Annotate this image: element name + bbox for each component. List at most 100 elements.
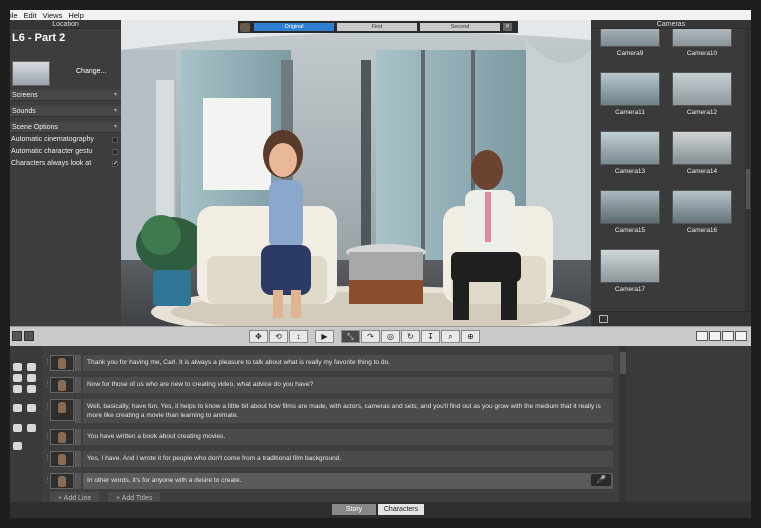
- camera-label: Camera9: [616, 50, 644, 57]
- camera-11[interactable]: Camera11: [599, 72, 661, 116]
- camera-13[interactable]: Camera13: [599, 131, 661, 175]
- camera-12[interactable]: Camera12: [671, 72, 733, 116]
- vertical-move-icon[interactable]: ↕: [289, 330, 308, 343]
- character-dropdown[interactable]: [75, 355, 81, 371]
- video-icon[interactable]: [709, 331, 721, 341]
- menu-edit[interactable]: Edit: [24, 11, 37, 20]
- pause-icon[interactable]: [13, 442, 22, 450]
- line-text[interactable]: Yes, I have. And I wrote it for people w…: [83, 451, 613, 467]
- target-icon[interactable]: [13, 363, 22, 371]
- scrollbar-thumb[interactable]: [620, 352, 626, 374]
- scene-options-section[interactable]: Scene Options ▾: [10, 122, 121, 133]
- character-dropdown[interactable]: [75, 451, 81, 467]
- line-text[interactable]: Now for those of us who are new to creat…: [83, 377, 613, 393]
- camera-10[interactable]: Camera10: [671, 29, 733, 57]
- story-scrollbar[interactable]: [619, 346, 627, 502]
- line-text-input[interactable]: In other words, it's for anyone with a d…: [83, 473, 613, 489]
- scene-viewport[interactable]: [121, 20, 591, 326]
- window-frame: ile Edit Views Help Location L6 - Part 2…: [0, 0, 761, 528]
- drag-handle-icon[interactable]: ⋮: [44, 454, 51, 464]
- checkbox-checked[interactable]: ✓: [112, 161, 118, 167]
- menu-file[interactable]: ile: [10, 11, 18, 20]
- face-icon[interactable]: [13, 374, 22, 382]
- avatar[interactable]: [50, 451, 74, 467]
- line-text[interactable]: Thank you for having me, Carl. It is alw…: [83, 355, 613, 371]
- sounds-section[interactable]: Sounds ▾: [10, 106, 121, 117]
- camera-17[interactable]: Camera17: [599, 249, 661, 293]
- drag-handle-icon[interactable]: ⋮: [44, 380, 51, 390]
- cameras-scrollbar[interactable]: [745, 29, 751, 311]
- bottom-tabs: Story Characters: [10, 502, 751, 518]
- camera-16[interactable]: Camera16: [671, 190, 733, 234]
- character-dropdown[interactable]: [75, 473, 81, 489]
- story-line[interactable]: ⋮ You have written a book about creating…: [44, 428, 619, 446]
- zoom-fit-icon[interactable]: ⊕: [461, 330, 480, 343]
- avatar[interactable]: [50, 377, 74, 393]
- music-note-icon[interactable]: [13, 424, 22, 432]
- run-icon[interactable]: [27, 385, 36, 393]
- first-button[interactable]: First: [337, 23, 417, 31]
- camera-pan-icon[interactable]: ⤡: [341, 330, 360, 343]
- screen-icon[interactable]: [599, 315, 608, 323]
- rotate-tool-icon[interactable]: ⟲: [269, 330, 288, 343]
- option-auto-cinematography[interactable]: Automatic cinematography: [10, 134, 121, 146]
- camera-14[interactable]: Camera14: [671, 131, 733, 175]
- drag-handle-icon[interactable]: ⋮: [44, 476, 51, 486]
- location-panel: Location L6 - Part 2 Change... Screens ▾ …: [10, 20, 121, 326]
- change-location-button[interactable]: Change...: [76, 68, 106, 75]
- camera-cut-icon[interactable]: [13, 404, 22, 412]
- line-text[interactable]: Well, basically, have fun. Yes, it helps…: [83, 399, 613, 423]
- drag-handle-icon[interactable]: ⋮: [44, 432, 51, 442]
- play-button[interactable]: ▶: [315, 330, 334, 343]
- avatar[interactable]: [50, 355, 74, 371]
- line-text[interactable]: You have written a book about creating m…: [83, 429, 613, 445]
- character-dropdown[interactable]: [75, 399, 81, 423]
- sound-effect-icon[interactable]: [27, 424, 36, 432]
- emotion-icon[interactable]: [13, 385, 22, 393]
- avatar[interactable]: [50, 473, 74, 489]
- camera-arc-icon[interactable]: ↷: [361, 330, 380, 343]
- avatar[interactable]: [50, 429, 74, 445]
- menu-help[interactable]: Help: [68, 11, 83, 20]
- option-auto-gestures[interactable]: Automatic character gestu: [10, 146, 121, 158]
- story-line[interactable]: ⋮ Well, basically, have fun. Yes, it hel…: [44, 398, 619, 424]
- people-icon[interactable]: [24, 331, 34, 341]
- original-button[interactable]: Original: [254, 23, 334, 31]
- character-dropdown[interactable]: [75, 429, 81, 445]
- scrollbar-thumb[interactable]: [746, 169, 750, 209]
- checkbox[interactable]: [112, 137, 118, 143]
- layout-icon[interactable]: [696, 331, 708, 341]
- menu-views[interactable]: Views: [42, 11, 62, 20]
- screens-section[interactable]: Screens ▾: [10, 90, 121, 101]
- zoom-icon[interactable]: ⌕: [441, 330, 460, 343]
- second-button[interactable]: Second: [420, 23, 500, 31]
- checkbox[interactable]: [112, 149, 118, 155]
- camera-icon[interactable]: [735, 331, 747, 341]
- story-line-active[interactable]: ⋮ In other words, it's for anyone with a…: [44, 472, 619, 490]
- character-dropdown[interactable]: [75, 377, 81, 393]
- drag-handle-icon[interactable]: ⋮: [44, 402, 51, 412]
- drag-handle-icon[interactable]: ⋮: [44, 358, 51, 368]
- walk-icon[interactable]: [27, 363, 36, 371]
- music-icon[interactable]: [722, 331, 734, 341]
- camera-9[interactable]: Camera9: [599, 29, 661, 57]
- move-tool-icon[interactable]: ✥: [249, 330, 268, 343]
- story-line[interactable]: ⋮ Thank you for having me, Carl. It is a…: [44, 354, 619, 372]
- camera-view-icon[interactable]: ◎: [381, 330, 400, 343]
- camera-15[interactable]: Camera15: [599, 190, 661, 234]
- camera-height-icon[interactable]: ↧: [421, 330, 440, 343]
- option-look-at[interactable]: Characters always look at ✓: [10, 158, 121, 170]
- tab-story[interactable]: Story: [332, 504, 376, 515]
- home-icon[interactable]: [12, 331, 22, 341]
- camera-thumbnail: [600, 72, 660, 106]
- story-line[interactable]: ⋮ Now for those of us who are new to cre…: [44, 376, 619, 394]
- gesture-icon[interactable]: [27, 374, 36, 382]
- camera-rotate-icon[interactable]: ↻: [401, 330, 420, 343]
- story-line[interactable]: ⋮ Yes, I have. And I wrote it for people…: [44, 450, 619, 468]
- option-label: Characters always look at: [11, 160, 92, 167]
- close-icon[interactable]: ✕: [503, 23, 512, 31]
- avatar[interactable]: [50, 399, 74, 421]
- tab-characters[interactable]: Characters: [378, 504, 424, 515]
- video-clip-icon[interactable]: [27, 404, 36, 412]
- microphone-icon[interactable]: 🎤: [591, 474, 611, 486]
